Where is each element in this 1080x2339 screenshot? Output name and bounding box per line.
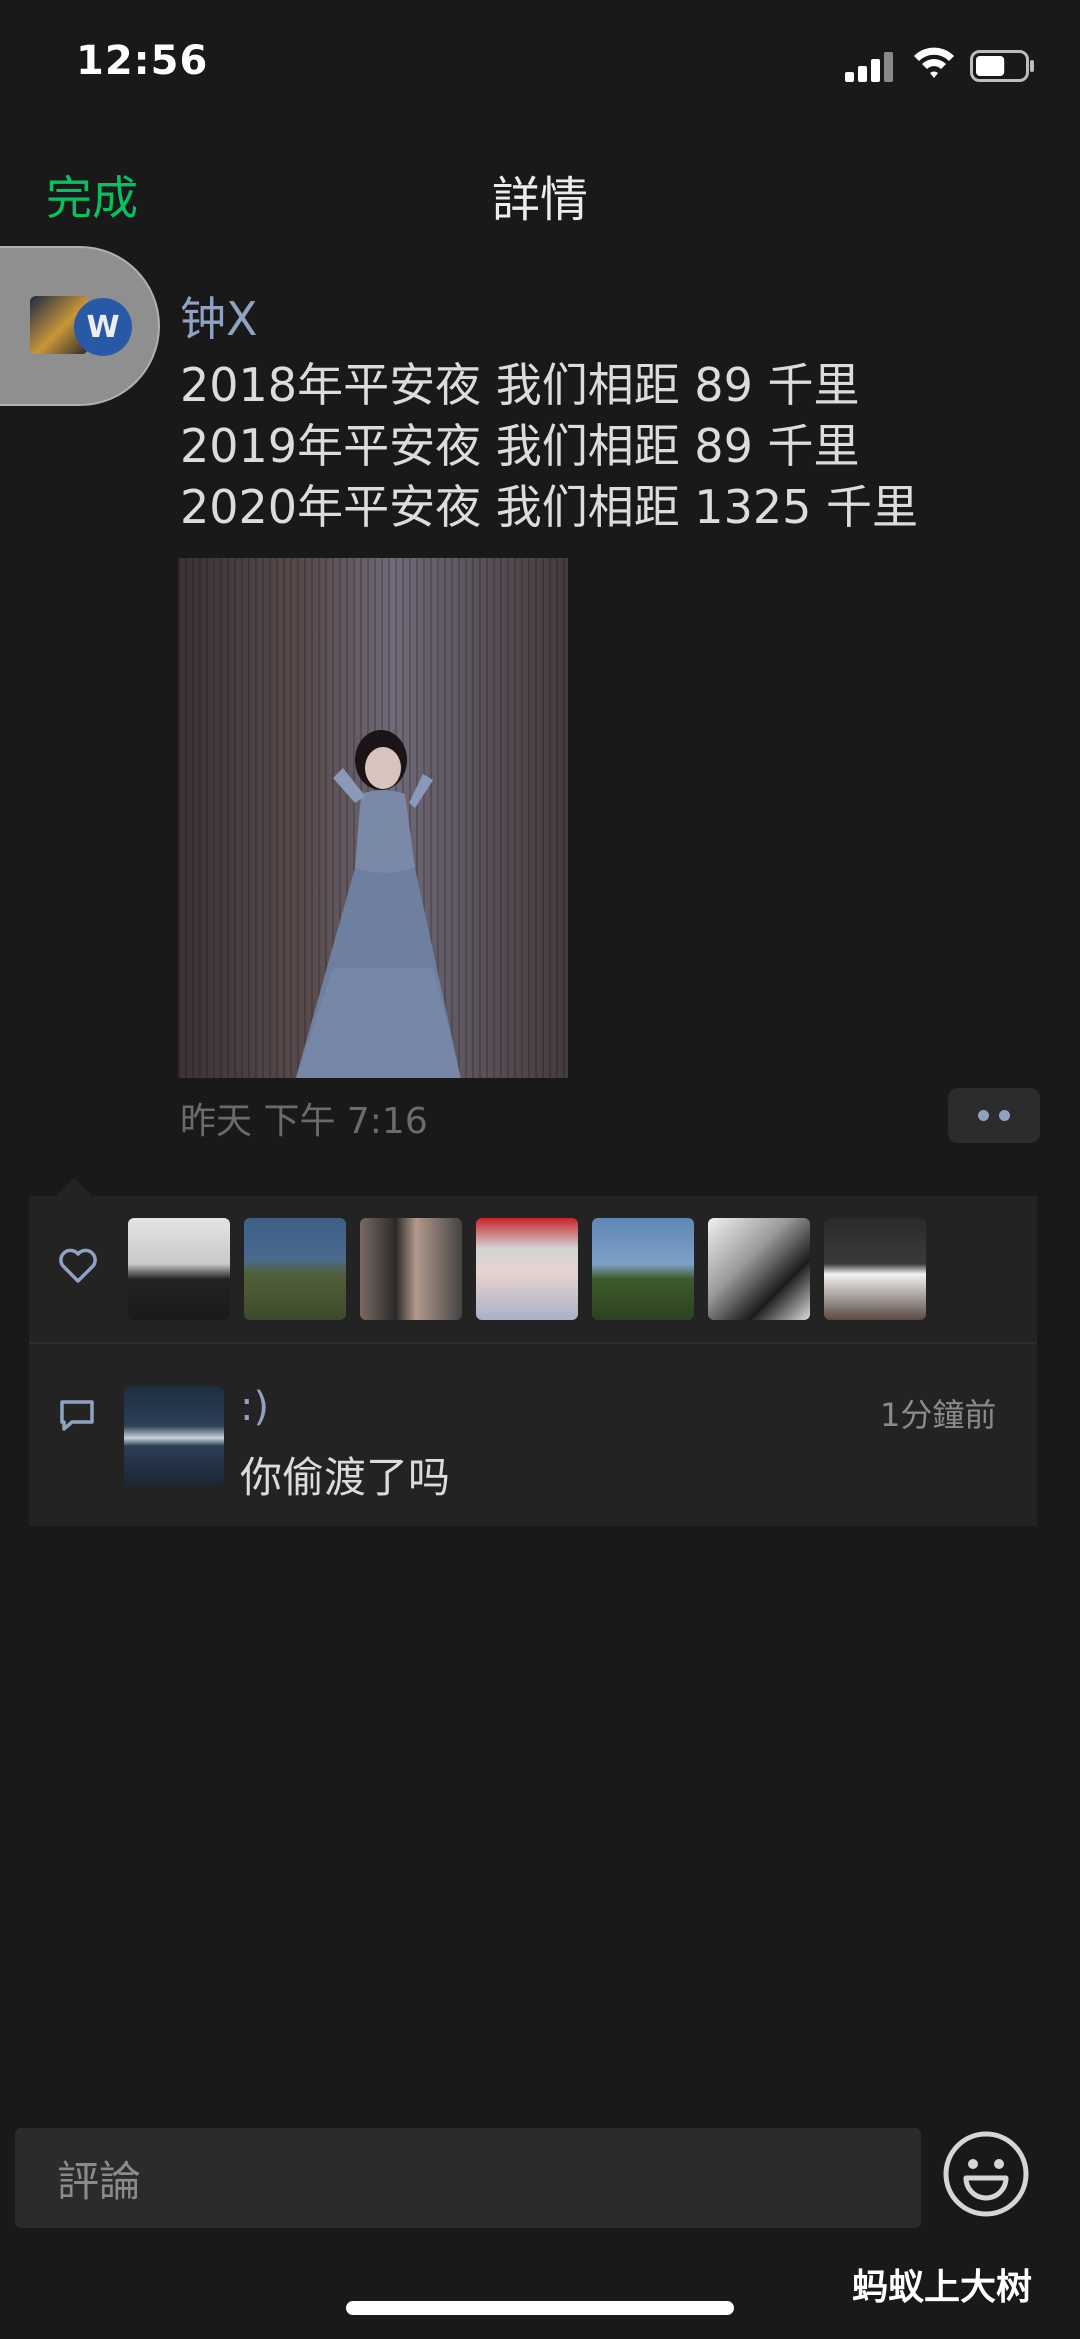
post-line: 2019年平安夜 我们相距 89 千里 [180,419,860,473]
page-title: 詳情 [491,172,588,228]
liker-avatar[interactable] [824,1218,926,1320]
comment-text[interactable]: 你偷渡了吗 [240,1444,450,1505]
liker-avatar[interactable] [244,1218,346,1320]
post-text: 2018年平安夜 我们相距 89 千里 2019年平安夜 我们相距 89 千里 … [180,355,918,538]
commenter-avatar[interactable] [124,1386,224,1486]
author-avatar[interactable]: W [0,246,160,406]
panel-caret [56,1178,92,1196]
post-photo[interactable] [178,558,568,1078]
watermark-text: 蚂蚁上大树 [852,2267,1033,2308]
post-line: 2018年平安夜 我们相距 89 千里 [180,358,860,412]
comment-input-placeholder: 評論 [57,2156,142,2206]
comment-icon [60,1400,94,1431]
liker-avatar[interactable] [708,1218,810,1320]
liker-avatar[interactable] [128,1218,230,1320]
liker-avatar[interactable] [476,1218,578,1320]
post-line: 2020年平安夜 我们相距 1325 千里 [180,480,918,534]
battery-icon [970,50,1034,82]
heart-icon [59,1248,97,1283]
liker-avatar[interactable] [360,1218,462,1320]
dot-icon [978,1110,989,1121]
liker-avatar[interactable] [592,1218,694,1320]
more-options-button[interactable] [948,1088,1040,1143]
cellular-signal-icon [845,50,897,82]
comment-timestamp: 1分鐘前 [880,1396,997,1434]
comment-input[interactable]: 評論 [15,2128,921,2228]
likes-list [128,1218,926,1320]
wifi-icon [914,47,954,78]
commenter-name[interactable]: :) [240,1384,269,1430]
panel-divider [29,1342,1037,1344]
home-indicator[interactable] [346,2301,734,2315]
post-timestamp: 昨天 下午 7:16 [180,1101,428,1142]
status-time: 12:56 [76,38,209,84]
avatar-badge: W [74,298,132,356]
person-in-dress-image [295,730,461,1078]
author-name[interactable]: 钟X [180,283,258,349]
emoji-icon[interactable] [942,2130,1030,2218]
dot-icon [999,1110,1010,1121]
